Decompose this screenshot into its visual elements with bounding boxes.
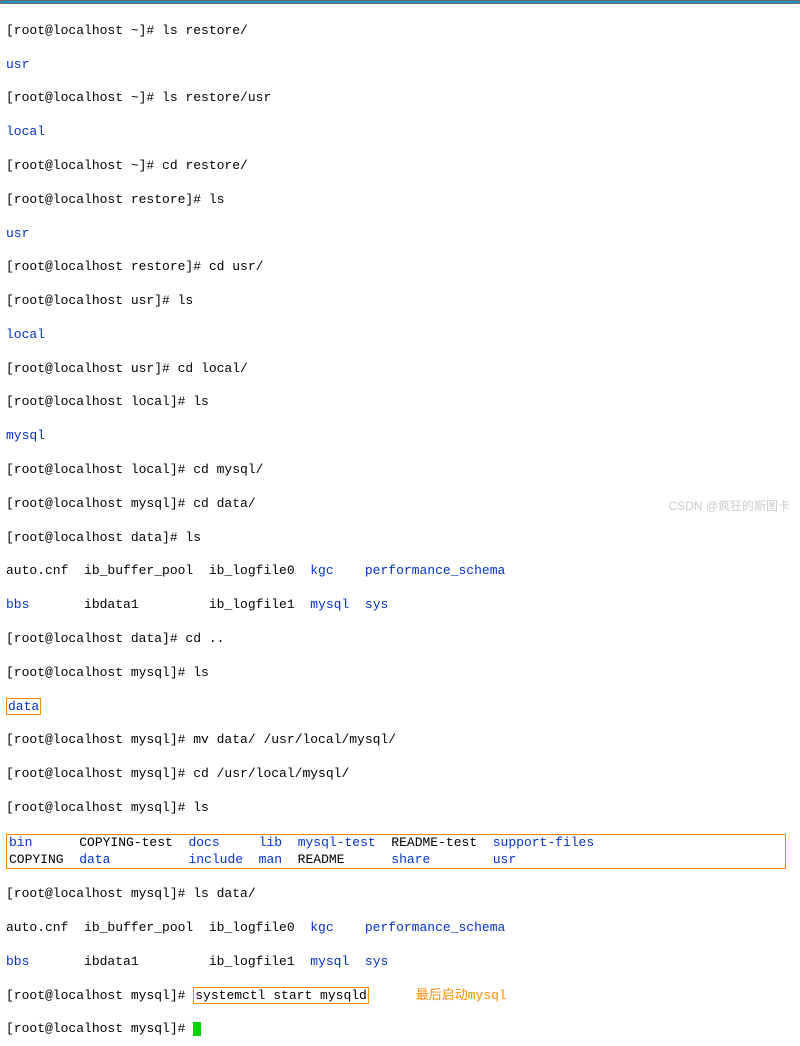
ls-output-line: bbs ibdata1 ib_logfile1 mysql sys — [6, 597, 794, 614]
prompt-line: [root@localhost mysql]# ls — [6, 665, 794, 682]
gap — [334, 920, 365, 935]
annotation-text: 最后启动mysql — [416, 988, 507, 1003]
prompt-text: [root@localhost mysql]# — [6, 1021, 193, 1036]
file-item: auto.cnf ib_buffer_pool ib_logfile0 — [6, 563, 310, 578]
watermark-text: CSDN @疯狂的斯图卡 — [668, 499, 790, 515]
gap — [110, 852, 188, 867]
file-item: COPYING — [9, 852, 79, 867]
dir-item: performance_schema — [365, 563, 505, 578]
highlighted-output: data — [6, 699, 794, 716]
dir-item: lib — [259, 835, 282, 850]
prompt-line: [root@localhost local]# cd mysql/ — [6, 462, 794, 479]
dir-output: usr — [6, 226, 794, 243]
ls-output-line: bbs ibdata1 ib_logfile1 mysql sys — [6, 954, 794, 971]
gap — [349, 597, 365, 612]
prompt-line: [root@localhost mysql]# mv data/ /usr/lo… — [6, 732, 794, 749]
gap — [369, 988, 416, 1003]
prompt-line: [root@localhost ~]# cd restore/ — [6, 158, 794, 175]
dir-item: docs — [188, 835, 219, 850]
prompt-line: [root@localhost local]# ls — [6, 394, 794, 411]
prompt-line: [root@localhost mysql]# ls — [6, 800, 794, 817]
prompt-line: [root@localhost usr]# cd local/ — [6, 361, 794, 378]
file-item: ibdata1 ib_logfile1 — [29, 954, 310, 969]
dir-item: mysql — [310, 954, 349, 969]
dir-item: sys — [365, 954, 388, 969]
prompt-line: [root@localhost ~]# ls restore/usr — [6, 90, 794, 107]
dir-item: include — [188, 852, 243, 867]
dir-item: sys — [365, 597, 388, 612]
dir-item: performance_schema — [365, 920, 505, 935]
data-dir-highlight: data — [6, 698, 41, 715]
ls-output-line: COPYING data include man README share us… — [9, 852, 783, 869]
prompt-line: [root@localhost restore]# ls — [6, 192, 794, 209]
prompt-line-with-annotation: [root@localhost mysql]# systemctl start … — [6, 988, 794, 1005]
ls-output-line: auto.cnf ib_buffer_pool ib_logfile0 kgc … — [6, 920, 794, 937]
file-item: auto.cnf ib_buffer_pool ib_logfile0 — [6, 920, 310, 935]
prompt-line: [root@localhost restore]# cd usr/ — [6, 259, 794, 276]
cursor-icon — [193, 1022, 201, 1036]
dir-item: share — [391, 852, 430, 867]
prompt-line: [root@localhost mysql]# ls data/ — [6, 886, 794, 903]
prompt-line: [root@localhost usr]# ls — [6, 293, 794, 310]
dir-output: local — [6, 124, 794, 141]
prompt-line: [root@localhost ~]# ls restore/ — [6, 23, 794, 40]
prompt-line: [root@localhost data]# cd .. — [6, 631, 794, 648]
ls-output-line: bin COPYING-test docs lib mysql-test REA… — [9, 835, 783, 852]
gap — [334, 563, 365, 578]
prompt-line: [root@localhost data]# ls — [6, 530, 794, 547]
dir-item: mysql-test — [298, 835, 376, 850]
dir-output: usr — [6, 57, 794, 74]
dir-item: bbs — [6, 597, 29, 612]
dir-item: mysql — [310, 597, 349, 612]
ls-output-highlight-box: bin COPYING-test docs lib mysql-test REA… — [6, 834, 786, 870]
ls-output-line: auto.cnf ib_buffer_pool ib_logfile0 kgc … — [6, 563, 794, 580]
dir-item: bin — [9, 835, 32, 850]
dir-item: support-files — [493, 835, 594, 850]
gap — [243, 852, 259, 867]
gap — [349, 954, 365, 969]
terminal-output: [root@localhost ~]# ls restore/ usr [roo… — [0, 4, 800, 1046]
prompt-line: [root@localhost mysql]# cd /usr/local/my… — [6, 766, 794, 783]
gap — [220, 835, 259, 850]
gap — [430, 852, 492, 867]
file-item: README-test — [376, 835, 493, 850]
dir-output: local — [6, 327, 794, 344]
dir-item: kgc — [310, 563, 333, 578]
dir-item: data — [79, 852, 110, 867]
prompt-text: [root@localhost mysql]# — [6, 988, 193, 1003]
file-item: COPYING-test — [32, 835, 188, 850]
dir-item: kgc — [310, 920, 333, 935]
dir-item: usr — [493, 852, 516, 867]
command-highlight: systemctl start mysqld — [193, 987, 369, 1004]
dir-item: bbs — [6, 954, 29, 969]
dir-item: man — [259, 852, 282, 867]
gap — [282, 835, 298, 850]
file-item: README — [282, 852, 391, 867]
dir-output: mysql — [6, 428, 794, 445]
file-item: ibdata1 ib_logfile1 — [29, 597, 310, 612]
prompt-line-active[interactable]: [root@localhost mysql]# — [6, 1021, 794, 1038]
